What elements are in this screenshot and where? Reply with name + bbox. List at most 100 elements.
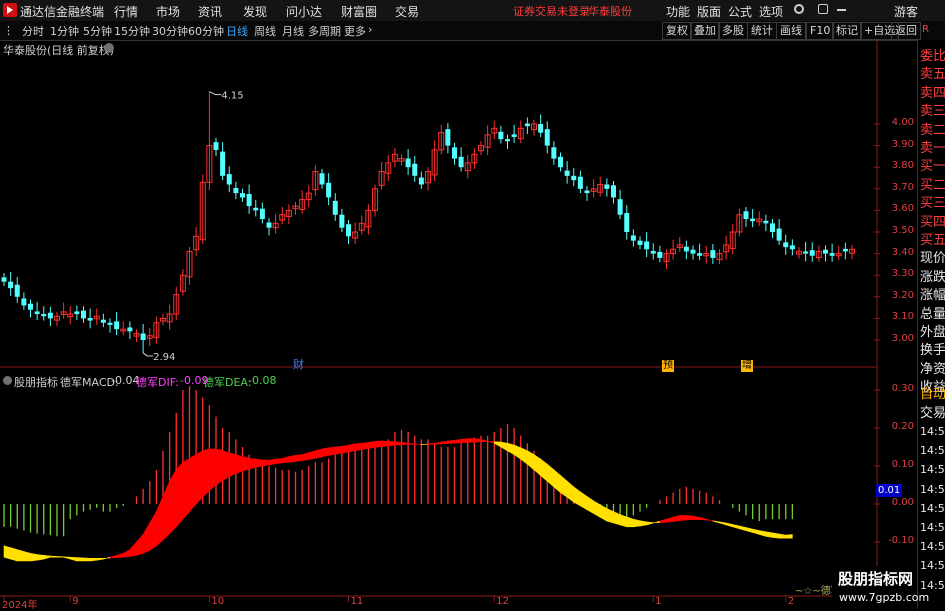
menu-trade[interactable]: 交易 <box>395 3 419 20</box>
multi-stock-button[interactable]: 多股 <box>718 22 748 40</box>
dif-dea-ribbon <box>652 520 661 524</box>
grip-icon[interactable]: ⋮ <box>3 24 14 37</box>
message-icon[interactable] <box>818 4 828 14</box>
back-button[interactable]: 返回 <box>891 22 921 40</box>
menu-news[interactable]: 资讯 <box>198 3 222 20</box>
menu-discover[interactable]: 发现 <box>243 3 267 20</box>
period-tab[interactable]: 多周期 <box>308 23 341 39</box>
dif-dea-ribbon <box>122 549 131 558</box>
candle-body-down <box>823 249 828 254</box>
dif-dea-ribbon <box>447 439 455 444</box>
candle-body-down <box>564 170 570 176</box>
dif-dea-ribbon <box>560 474 568 498</box>
menu-market[interactable]: 行情 <box>114 3 138 20</box>
watermark-line1: 股朋指标网 <box>838 570 914 588</box>
dif-dea-ribbon <box>679 515 687 522</box>
dif-dea-ribbon <box>361 442 369 451</box>
period-tab[interactable]: 30分钟 <box>152 23 188 39</box>
dif-dea-ribbon <box>705 518 714 522</box>
period-tab[interactable]: 周线 <box>254 23 276 39</box>
draw-line-button[interactable]: 画线 <box>776 22 806 40</box>
period-tab[interactable]: 月线 <box>282 23 304 39</box>
candle-body-down <box>750 218 756 222</box>
dif-dea-ribbon <box>772 532 780 539</box>
dif-dea-ribbon <box>69 556 78 562</box>
dif-dea-ribbon <box>599 504 608 522</box>
dif-dea-ribbon <box>242 456 250 472</box>
adjust-button[interactable]: 复权 <box>662 22 692 40</box>
candle-body-down <box>644 241 650 250</box>
minimize-icon[interactable] <box>837 9 846 11</box>
candle-body-down <box>1 277 7 282</box>
dif-dea-ribbon <box>156 496 164 547</box>
login-alert[interactable]: 证券交易未登录 <box>513 3 590 19</box>
period-tab[interactable]: 15分钟 <box>114 23 150 39</box>
watermark-line2: www.7gpzb.com <box>839 591 930 604</box>
dif-dea-ribbon <box>295 454 303 462</box>
candle-body-down <box>558 156 563 168</box>
dif-dea-ribbon <box>633 518 641 528</box>
period-tab[interactable]: 分时 <box>22 23 44 39</box>
period-tab-active[interactable]: 日线 <box>226 23 248 39</box>
price-tick-label: 3.80 <box>891 160 914 172</box>
period-tab[interactable]: 60分钟 <box>188 23 224 39</box>
menu-layout[interactable]: 版面 <box>697 3 721 20</box>
candle-body-down <box>253 207 259 211</box>
candle-body-down <box>458 156 464 168</box>
stock-name-title: 华泰股份 <box>588 5 632 18</box>
dif-dea-ribbon <box>401 442 409 446</box>
more-arrow-icon[interactable]: › <box>368 23 372 36</box>
candle-body-down <box>8 281 14 289</box>
candle-body-down <box>81 310 86 319</box>
dif-dea-ribbon <box>341 444 349 454</box>
candle-body-down <box>584 190 590 194</box>
r-marker-icon: R <box>922 24 929 35</box>
menu-wealth[interactable]: 财富圈 <box>341 3 377 20</box>
price-tick-label: 3.00 <box>891 333 914 344</box>
candle-body-down <box>114 321 120 330</box>
dif-dea-ribbon <box>421 443 429 446</box>
candle-body-down <box>538 124 544 133</box>
macd-tick-label: 0.10 <box>891 459 914 470</box>
dif-dea-ribbon <box>586 495 594 515</box>
menu-options[interactable]: 选项 <box>759 3 783 20</box>
macd-tick-label: 0.20 <box>891 421 914 432</box>
dif-dea-ribbon <box>533 454 541 477</box>
menu-markets[interactable]: 市场 <box>156 3 180 20</box>
period-tab[interactable]: 5分钟 <box>83 23 112 39</box>
candle-body-down <box>657 251 663 258</box>
candle-body-down <box>551 147 557 159</box>
dif-dea-ribbon <box>368 440 376 449</box>
high-label: 4.15 <box>221 91 243 102</box>
candle-body-down <box>690 249 696 254</box>
candle-body-down <box>789 245 795 250</box>
statistics-button[interactable]: 统计 <box>747 22 777 40</box>
increase-marker[interactable]: 增 <box>741 360 753 372</box>
dif-dea-ribbon <box>666 516 674 523</box>
chart-area[interactable]: 4.15 2.94 <box>0 40 917 609</box>
overlay-button[interactable]: 叠加 <box>690 22 720 40</box>
dif-dea-ribbon <box>321 447 329 458</box>
candle-body-down <box>803 251 809 254</box>
headset-icon[interactable] <box>794 4 804 14</box>
finance-marker[interactable]: 财 <box>292 359 305 371</box>
menu-ask[interactable]: 问小达 <box>286 3 322 20</box>
user-guest[interactable]: 游客 <box>894 3 918 20</box>
mark-button[interactable]: 标记 <box>832 22 862 40</box>
dif-dea-ribbon <box>540 458 548 482</box>
dif-dea-ribbon <box>235 454 243 475</box>
dif-dea-ribbon <box>195 450 204 505</box>
candle-body-down <box>14 284 20 297</box>
period-tab[interactable]: 1分钟 <box>50 23 79 39</box>
dif-dea-ribbon <box>169 468 177 535</box>
candle-body-down <box>571 175 577 181</box>
menu-formula[interactable]: 公式 <box>728 3 752 20</box>
dif-dea-ribbon <box>315 448 323 459</box>
forecast-marker[interactable]: 预 <box>662 360 674 372</box>
period-tab-more[interactable]: 更多 <box>344 23 366 39</box>
menu-function[interactable]: 功能 <box>666 3 690 20</box>
f10-button[interactable]: F10 <box>806 22 835 40</box>
dif-dea-ribbon <box>23 551 31 562</box>
dif-dea-ribbon <box>414 443 422 446</box>
date-tick-label: 2 <box>787 596 795 607</box>
